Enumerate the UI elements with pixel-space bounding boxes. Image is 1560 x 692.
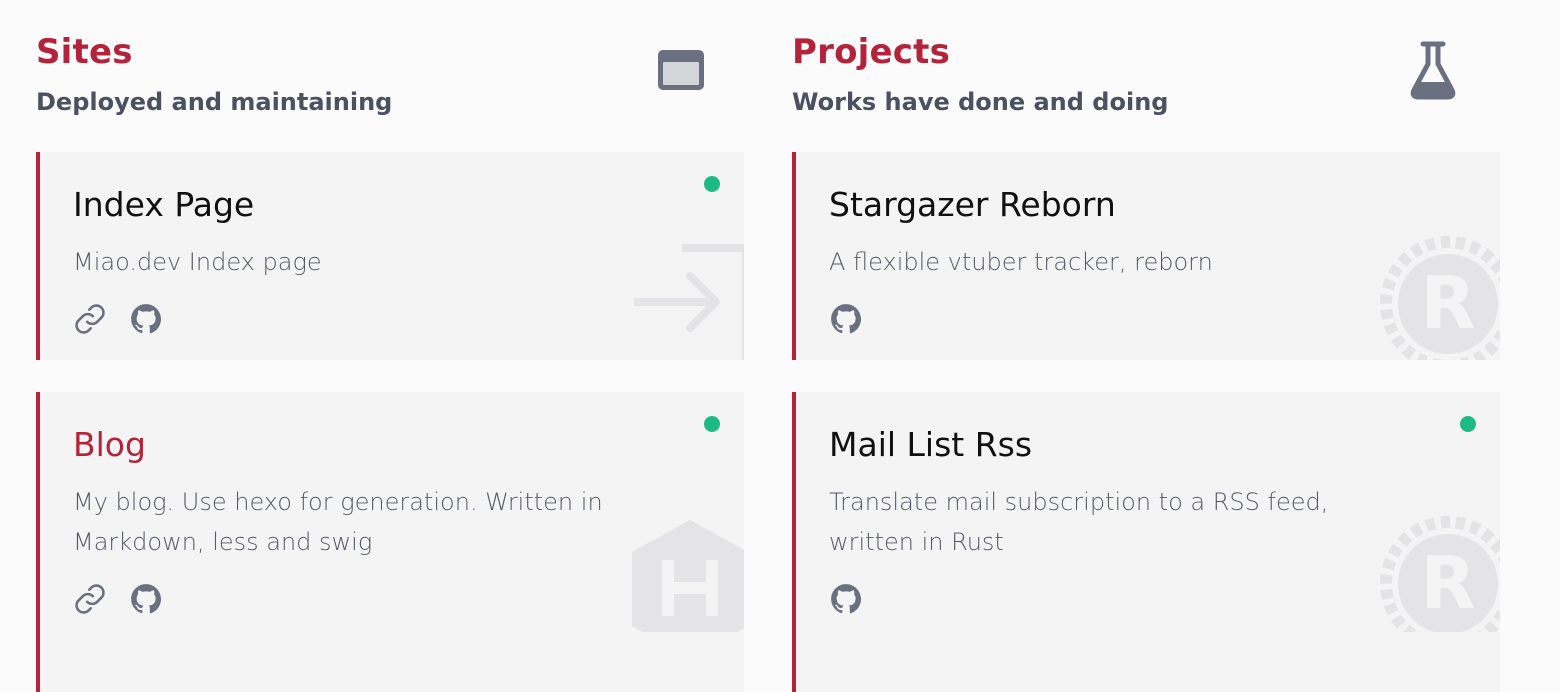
- github-icon[interactable]: [829, 302, 863, 336]
- svg-text:R: R: [1420, 541, 1475, 625]
- rust-logo-icon: R: [1380, 236, 1500, 360]
- card-links: [829, 302, 863, 336]
- sign-in-arrow-icon: [634, 244, 744, 360]
- card-links: [73, 302, 163, 336]
- projects-section: Projects Works have done and doing R Sta…: [792, 0, 1500, 692]
- projects-subtitle: Works have done and doing: [792, 88, 1169, 116]
- card-description: Miao.dev Index page: [73, 248, 322, 276]
- github-icon[interactable]: [829, 582, 863, 616]
- github-icon[interactable]: [129, 582, 163, 616]
- card-links: [829, 582, 863, 616]
- sites-subtitle: Deployed and maintaining: [36, 88, 393, 116]
- card-description: A flexible vtuber tracker, reborn: [829, 248, 1213, 276]
- site-card-partial[interactable]: [36, 632, 744, 692]
- hexo-logo-icon: [632, 520, 744, 640]
- browser-window-icon: [658, 50, 704, 90]
- link-icon[interactable]: [73, 302, 107, 336]
- project-card-mail-list-rss[interactable]: R Mail List Rss Translate mail subscript…: [792, 392, 1500, 640]
- status-online-indicator: [704, 416, 720, 432]
- status-online-indicator: [1460, 416, 1476, 432]
- card-description: My blog. Use hexo for generation. Writte…: [73, 488, 603, 556]
- site-card-index-page[interactable]: Index Page Miao.dev Index page: [36, 152, 744, 360]
- card-title[interactable]: Mail List Rss: [829, 422, 1032, 468]
- card-title[interactable]: Stargazer Reborn: [829, 182, 1116, 228]
- sites-section: Sites Deployed and maintaining Index Pag…: [36, 0, 744, 692]
- link-icon[interactable]: [73, 582, 107, 616]
- svg-text:R: R: [1420, 261, 1475, 345]
- sites-heading: Sites: [36, 32, 133, 72]
- github-icon[interactable]: [129, 302, 163, 336]
- status-online-indicator: [704, 176, 720, 192]
- card-title[interactable]: Blog: [73, 422, 146, 468]
- flask-icon: [1410, 41, 1456, 100]
- site-card-blog[interactable]: Blog My blog. Use hexo for generation. W…: [36, 392, 744, 640]
- card-title[interactable]: Index Page: [73, 182, 254, 228]
- projects-heading: Projects: [792, 32, 951, 72]
- card-links: [73, 582, 163, 616]
- card-description: Translate mail subscription to a RSS fee…: [829, 488, 1329, 556]
- project-card-partial[interactable]: [792, 632, 1500, 692]
- project-card-stargazer-reborn[interactable]: R Stargazer Reborn A flexible vtuber tra…: [792, 152, 1500, 360]
- rust-logo-icon: R: [1380, 516, 1500, 640]
